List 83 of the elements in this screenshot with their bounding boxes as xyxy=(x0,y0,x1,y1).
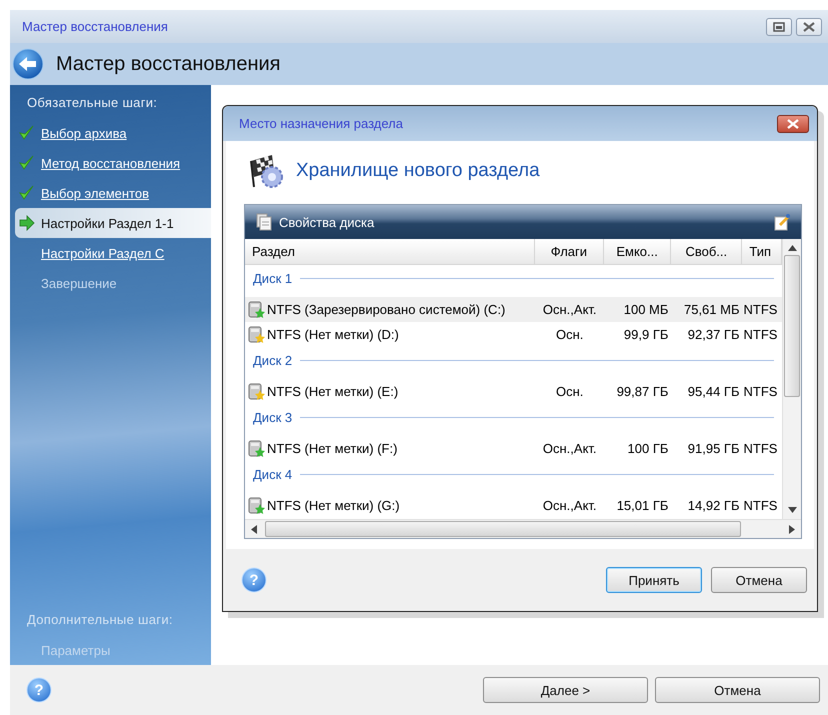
horizontal-scrollbar[interactable] xyxy=(245,519,801,538)
disk-group-label: Диск 3 xyxy=(253,410,292,424)
table-cell: 95,44 ГБ xyxy=(688,384,740,399)
step-label: Параметры xyxy=(41,642,110,658)
arrow-icon xyxy=(19,215,35,231)
dialog-heading: Хранилище нового раздела xyxy=(296,160,540,182)
close-icon xyxy=(786,118,800,128)
table-cell: NTFS (Нет метки) (E:) xyxy=(267,384,398,399)
close-button[interactable] xyxy=(796,18,822,36)
scroll-left-icon[interactable] xyxy=(251,524,257,534)
scroll-right-icon[interactable] xyxy=(789,524,795,534)
panel-title: Свойства диска xyxy=(279,214,376,230)
scroll-thumb[interactable] xyxy=(265,521,741,537)
step-link[interactable]: Настройки Раздел C xyxy=(41,246,164,260)
back-icon[interactable] xyxy=(12,48,44,80)
window-title: Мастер восстановления xyxy=(22,19,168,34)
disk-properties-icon xyxy=(255,213,273,231)
scroll-up-icon[interactable] xyxy=(788,245,796,251)
checkmark-icon xyxy=(19,155,35,171)
table-cell: Осн.,Акт. xyxy=(542,498,597,513)
table-cell: NTFS xyxy=(744,327,778,342)
close-icon xyxy=(803,22,815,32)
table-cell: 15,01 ГБ xyxy=(616,498,668,513)
column-header[interactable]: Своб... xyxy=(671,239,742,264)
disk-star-icon xyxy=(248,326,266,344)
vertical-scrollbar[interactable] xyxy=(782,239,801,519)
restore-button[interactable] xyxy=(766,18,792,36)
accept-button[interactable]: Принять xyxy=(606,567,702,593)
step-link[interactable]: Метод восстановления xyxy=(41,156,180,170)
table-cell: NTFS (Нет метки) (F:) xyxy=(267,441,398,456)
table-cell: NTFS (Нет метки) (D:) xyxy=(267,327,399,342)
cancel-button[interactable]: Отмена xyxy=(655,677,820,703)
table-cell: NTFS xyxy=(744,441,778,456)
step-label: Завершение xyxy=(41,276,117,290)
column-header[interactable]: Емко... xyxy=(604,239,672,264)
table-cell: Осн.,Акт. xyxy=(542,441,597,456)
restore-icon xyxy=(773,22,785,32)
disk-star-icon xyxy=(248,440,266,458)
table-cell: 92,37 ГБ xyxy=(688,327,740,342)
disk-star-icon xyxy=(248,300,266,318)
dialog-title: Место назначения раздела xyxy=(239,116,403,131)
checkmark-icon xyxy=(19,185,35,201)
table-cell: NTFS xyxy=(744,302,778,317)
wizard-title: Мастер восстановления xyxy=(56,52,281,76)
partition-row[interactable]: NTFS (Нет метки) (G:) Осн.,Акт. 15,01 ГБ 14,92 ГБ NTFS xyxy=(245,493,782,518)
disk-group-label: Диск 4 xyxy=(253,466,292,482)
scroll-thumb[interactable] xyxy=(784,255,800,397)
disk-star-icon xyxy=(248,496,266,514)
table-cell: NTFS xyxy=(744,384,778,399)
table-cell: 100 МБ xyxy=(624,302,668,317)
disk-star-icon xyxy=(248,382,266,400)
table-cell: Осн. xyxy=(556,327,584,342)
section-heading: Обязательные шаги: xyxy=(26,95,158,112)
table-cell: NTFS xyxy=(744,498,778,513)
flag-gear-icon xyxy=(248,153,284,189)
current-step[interactable]: Настройки Раздел 1-1 xyxy=(15,208,211,238)
table-cell: 75,61 МБ xyxy=(684,302,740,317)
close-button[interactable] xyxy=(777,114,809,132)
section-heading: Дополнительные шаги: xyxy=(26,612,174,629)
column-header[interactable]: Раздел xyxy=(245,239,535,264)
edit-icon[interactable] xyxy=(773,213,791,231)
partition-row[interactable]: NTFS (Зарезервировано системой) (C:) Осн.,Акт. 100 МБ 75,61 МБ NTFS xyxy=(245,297,782,322)
checkmark-icon xyxy=(19,125,35,141)
column-header[interactable]: Флаги xyxy=(534,239,604,264)
partition-row[interactable]: NTFS (Нет метки) (F:) Осн.,Акт. 100 ГБ 91,95 ГБ NTFS xyxy=(245,436,782,461)
table-cell: Осн. xyxy=(556,384,584,399)
table-cell: 99,87 ГБ xyxy=(616,384,668,399)
table-cell: 100 ГБ xyxy=(628,441,668,456)
partition-row[interactable]: NTFS (Нет метки) (E:) Осн. 99,87 ГБ 95,44 ГБ NTFS xyxy=(245,379,782,404)
scroll-down-icon[interactable] xyxy=(788,507,796,513)
disk-group-label: Диск 2 xyxy=(253,352,292,368)
table-cell: Осн.,Акт. xyxy=(542,302,597,317)
disk-group-label: Диск 1 xyxy=(253,270,292,286)
table-cell: 14,92 ГБ xyxy=(688,498,740,513)
table-cell: 99,9 ГБ xyxy=(624,327,668,342)
table-cell: NTFS (Зарезервировано системой) (C:) xyxy=(267,302,506,317)
step-link[interactable]: Выбор элементов xyxy=(41,186,149,200)
cancel-button[interactable]: Отмена xyxy=(711,567,807,593)
step-link[interactable]: Выбор архива xyxy=(41,126,127,140)
partition-row[interactable]: NTFS (Нет метки) (D:) Осн. 99,9 ГБ 92,37 ГБ NTFS xyxy=(245,322,782,347)
table-cell: 91,95 ГБ xyxy=(688,441,740,456)
table-cell: NTFS (Нет метки) (G:) xyxy=(267,498,400,513)
next-button[interactable]: Далее > xyxy=(483,677,648,703)
